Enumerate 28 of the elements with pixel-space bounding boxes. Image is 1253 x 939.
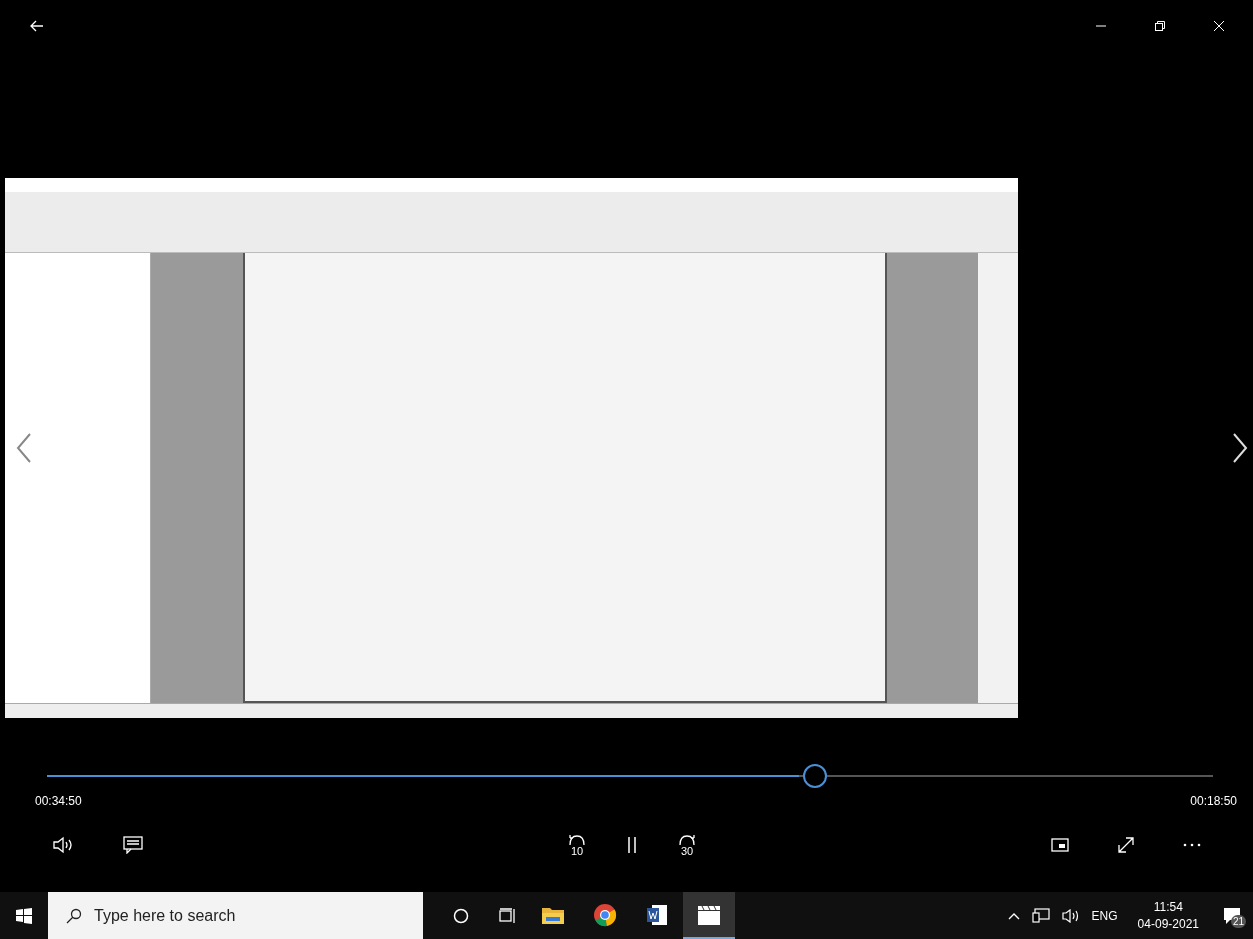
fullscreen-icon[interactable] <box>1117 836 1135 854</box>
network-icon[interactable] <box>1031 907 1050 924</box>
skip-forward-button[interactable]: 30 <box>677 834 697 856</box>
mini-view-icon[interactable] <box>1051 838 1069 852</box>
clock[interactable]: 11:54 04-09-2021 <box>1129 898 1207 933</box>
document-app-icon[interactable] <box>646 903 668 926</box>
cortana-icon[interactable] <box>453 907 469 924</box>
chevron-up-icon[interactable] <box>1007 911 1020 920</box>
remaining-time: 00:18:50 <box>1190 794 1237 808</box>
skip-back-button[interactable]: 10 <box>567 834 587 856</box>
seek-handle[interactable] <box>802 764 827 788</box>
volume-icon[interactable] <box>53 836 75 854</box>
search-field[interactable]: Type here to search <box>48 892 423 939</box>
previous-chevron-icon[interactable] <box>16 433 32 463</box>
pause-icon[interactable] <box>627 836 637 854</box>
close-icon[interactable] <box>1213 20 1225 32</box>
back-arrow-icon[interactable] <box>30 20 44 32</box>
browser-icon[interactable] <box>593 902 617 927</box>
task-view-icon[interactable] <box>499 907 517 924</box>
speaker-icon[interactable] <box>1061 908 1080 923</box>
more-icon[interactable] <box>1183 843 1201 847</box>
clapperboard-icon[interactable] <box>697 903 721 926</box>
restore-icon[interactable] <box>1154 20 1166 32</box>
elapsed-time: 00:34:50 <box>35 794 82 808</box>
language-indicator[interactable]: ENG <box>1091 908 1118 923</box>
next-chevron-icon[interactable] <box>1232 433 1248 463</box>
captions-icon[interactable] <box>123 836 143 854</box>
windows-start-icon[interactable] <box>16 907 32 924</box>
